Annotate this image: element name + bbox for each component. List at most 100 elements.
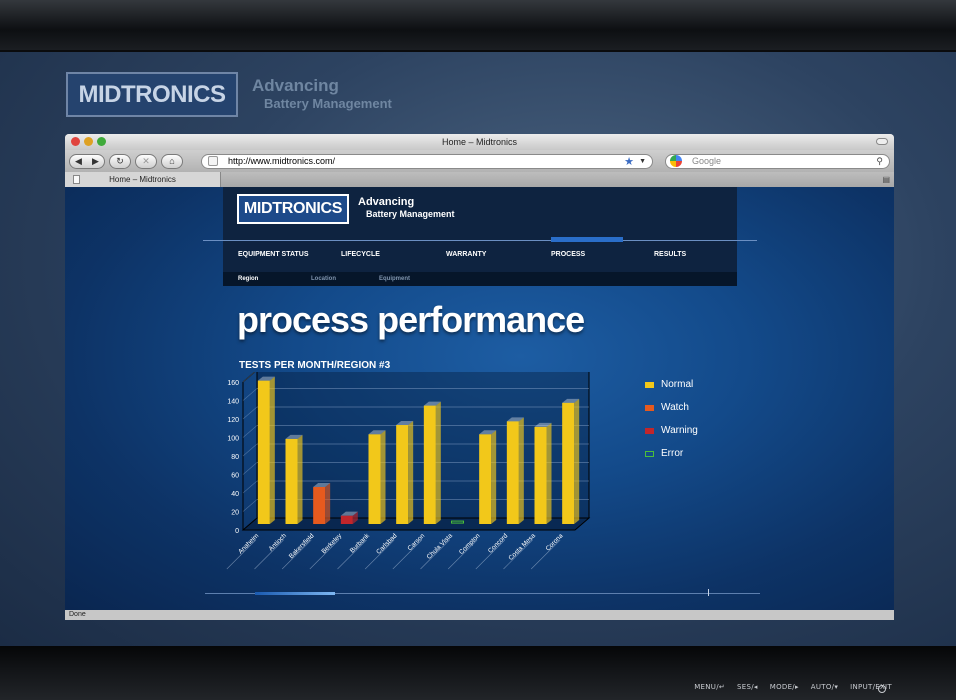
tab-home[interactable]: Home – Midtronics <box>65 172 221 187</box>
monitor-control-1[interactable]: SES/◂ <box>737 683 758 691</box>
y-tick-label: 0 <box>235 528 239 535</box>
y-tick-label: 80 <box>231 454 239 461</box>
bar <box>506 421 519 524</box>
legend-swatch <box>645 450 654 457</box>
bar-side <box>435 401 441 524</box>
bar-side <box>380 430 386 524</box>
x-tick-label: Berkeley <box>320 532 343 555</box>
nav-results[interactable]: RESULTS <box>654 251 686 258</box>
bar <box>340 515 353 524</box>
progress-tick <box>708 589 709 596</box>
legend-label: Normal <box>661 379 694 390</box>
stop-button[interactable]: ✕ <box>135 153 157 169</box>
monitor-control-0[interactable]: MENU/↵ <box>694 683 725 691</box>
x-tick-label: Concord <box>487 532 510 555</box>
y-tick-label: 60 <box>231 473 239 480</box>
bar-chart: 0 20 40 60 80 100 120 140 160 Anaheim Antioch Baker… <box>226 372 591 570</box>
site-tagline-line2: Battery Management <box>366 209 455 219</box>
stop-icon: ✕ <box>142 155 150 166</box>
subnav-equipment[interactable]: Equipment <box>379 276 410 282</box>
bar-side <box>546 422 552 524</box>
browser-toolbar: ◀ ▶ ↻ ✕ ⌂ http://www.midtronics.com/ ★ ▼… <box>65 150 894 172</box>
monitor-bezel-bottom: MENU/↵ SES/◂ MODE/▸ AUTO/▾ INPUT/EXIT <box>0 646 956 700</box>
x-tick-label: Compton <box>458 532 482 556</box>
monitor-control-2[interactable]: MODE/▸ <box>770 683 799 691</box>
x-tick-label: Chula Vista <box>426 532 455 561</box>
address-text: http://www.midtronics.com/ <box>228 156 336 166</box>
bar <box>285 438 298 524</box>
gridline-side <box>242 462 258 475</box>
site-tagline-line1: Advancing <box>358 196 415 208</box>
close-window-button[interactable] <box>71 137 80 146</box>
x-tick-leader <box>337 539 367 570</box>
desktop-logo: MIDTRONICS <box>66 72 238 117</box>
x-tick-label: Carlsbad <box>375 532 399 556</box>
bar <box>534 426 547 524</box>
x-tick-label: Carson <box>406 532 426 552</box>
monitor-control-3[interactable]: AUTO/▾ <box>811 683 838 691</box>
bar-side <box>574 398 580 524</box>
google-icon[interactable] <box>670 155 682 167</box>
gridline-side <box>242 372 256 383</box>
nav-equipment-status[interactable]: EQUIPMENT STATUS <box>238 251 309 258</box>
legend-item-normal: Normal <box>645 373 698 396</box>
power-icon[interactable] <box>878 685 886 693</box>
nav-lifecycle[interactable]: LIFECYCLE <box>341 251 380 258</box>
x-tick-leader <box>503 539 533 570</box>
bar-side <box>325 483 331 524</box>
forward-icon[interactable]: ▶ <box>87 156 104 167</box>
desktop-tagline-line2: Battery Management <box>264 95 392 111</box>
x-tick-label: Burbank <box>349 532 372 555</box>
browser-window: Home – Midtronics ◀ ▶ ↻ ✕ ⌂ http://www.m… <box>65 134 894 620</box>
subnav-location[interactable]: Location <box>311 276 336 282</box>
zoom-window-button[interactable] <box>97 137 106 146</box>
bar-side <box>491 430 497 524</box>
bar <box>562 402 575 524</box>
nav-divider <box>203 240 757 241</box>
x-tick-leader <box>475 539 506 570</box>
minimize-window-button[interactable] <box>84 137 93 146</box>
legend-item-watch: Watch <box>645 396 698 419</box>
desktop-background: MIDTRONICS Advancing Battery Management … <box>0 52 956 646</box>
x-tick-leader <box>364 539 395 570</box>
back-icon[interactable]: ◀ <box>70 156 87 167</box>
monitor-controls: MENU/↵ SES/◂ MODE/▸ AUTO/▾ INPUT/EXIT <box>694 683 892 691</box>
y-tick-label: 120 <box>227 417 239 424</box>
search-icon[interactable]: ⚲ <box>876 156 883 167</box>
window-controls <box>71 137 106 146</box>
home-button[interactable]: ⌂ <box>161 153 183 169</box>
page-icon <box>208 156 218 166</box>
reload-button[interactable]: ↻ <box>109 153 131 169</box>
search-field[interactable]: Google ⚲ <box>665 153 890 169</box>
gridline-side <box>242 499 258 512</box>
x-tick-leader <box>420 539 450 570</box>
web-content: MIDTRONICS Advancing Battery Management … <box>65 187 894 610</box>
legend-swatch <box>645 404 654 411</box>
address-bar[interactable]: http://www.midtronics.com/ ★ ▼ <box>201 153 653 169</box>
nav-warranty[interactable]: WARRANTY <box>446 251 486 258</box>
page-title: process performance <box>237 299 585 340</box>
x-tick-label: Anaheim <box>237 532 260 555</box>
bar <box>313 487 326 524</box>
x-tick-leader <box>530 539 561 570</box>
legend-swatch <box>645 381 654 388</box>
x-tick-label: Antioch <box>268 532 289 553</box>
x-tick-leader <box>226 539 257 570</box>
tab-menu-icon[interactable]: ▤ <box>882 175 890 184</box>
window-titlebar: Home – Midtronics <box>65 134 894 150</box>
x-tick-label: Corona <box>545 532 565 552</box>
toolbar-toggle-button[interactable] <box>876 138 888 145</box>
history-dropdown-icon[interactable]: ▼ <box>639 158 646 165</box>
y-tick-label: 20 <box>231 510 239 517</box>
bookmark-star-icon[interactable]: ★ <box>624 155 634 168</box>
legend-item-error: Error <box>645 442 698 465</box>
gridline-side <box>242 425 258 438</box>
nav-process[interactable]: PROCESS <box>551 251 585 258</box>
desktop-tagline: Advancing Battery Management <box>252 76 392 113</box>
bar-side <box>269 376 275 524</box>
x-tick-leader <box>392 539 423 570</box>
site-logo[interactable]: MIDTRONICS <box>237 194 349 224</box>
gridline-side <box>242 480 258 494</box>
site-tagline: Advancing Battery Management <box>358 196 455 220</box>
subnav-region[interactable]: Region <box>238 276 258 282</box>
